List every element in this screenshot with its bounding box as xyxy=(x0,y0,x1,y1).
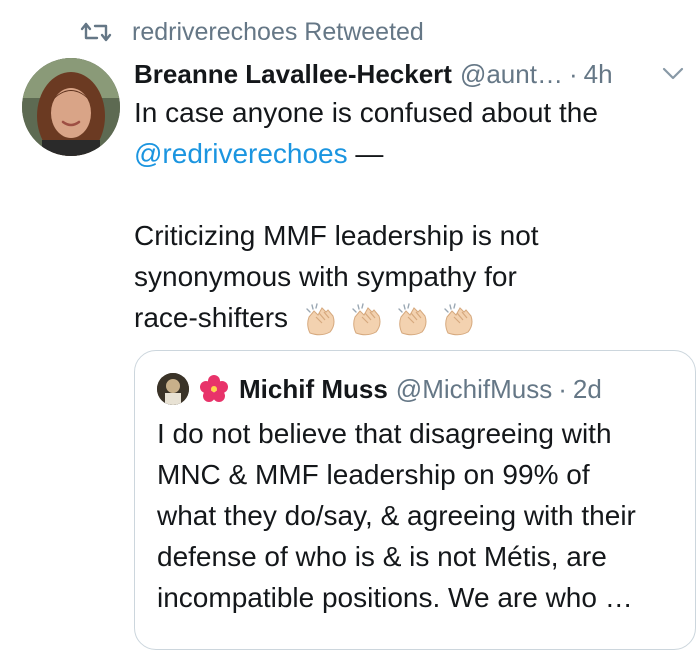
mention-link[interactable]: @redriverechoes xyxy=(134,138,348,169)
tweet-line: Criticizing MMF leadership is not xyxy=(134,220,539,251)
author-handle[interactable]: @aunt… xyxy=(460,59,563,90)
separator-dot: · xyxy=(558,373,567,404)
emoji-row xyxy=(304,302,488,337)
tweet-line-text: race-shifters xyxy=(134,302,289,333)
quoted-author-name[interactable]: Michif Muss xyxy=(239,374,388,405)
separator-dot: · xyxy=(568,58,578,89)
chevron-down-icon[interactable] xyxy=(660,61,686,87)
tweet-header: Breanne Lavallee-Heckert @aunt… · 4h xyxy=(134,54,686,94)
quoted-line: what they do/say, & agreeing with their xyxy=(157,500,636,531)
tweet-time[interactable]: 4h xyxy=(584,59,613,90)
author-name[interactable]: Breanne Lavallee-Heckert xyxy=(134,59,452,90)
quoted-tweet-card[interactable]: Michif Muss @MichifMuss · 2d I do not be… xyxy=(134,350,696,650)
quoted-line: incompatible positions. We are who … xyxy=(157,582,633,613)
tweet-line: race-shifters xyxy=(134,297,674,338)
tweet-line: @redriverechoes — xyxy=(134,133,674,174)
clapping-hands-icon xyxy=(396,302,430,337)
quoted-tweet-header: Michif Muss @MichifMuss · 2d xyxy=(157,371,602,407)
hibiscus-icon xyxy=(199,374,229,404)
quoted-author-handle[interactable]: @MichifMuss xyxy=(396,374,552,405)
clapping-hands-icon xyxy=(350,302,384,337)
quoted-line: I do not believe that disagreeing with xyxy=(157,418,612,449)
quoted-line: defense of who is & is not Métis, are xyxy=(157,541,607,572)
retweet-context[interactable]: redriverechoes Retweeted xyxy=(80,14,424,50)
retweet-icon xyxy=(80,20,112,44)
tweet-line-suffix: — xyxy=(347,138,384,169)
retweet-label: redriverechoes Retweeted xyxy=(132,17,424,46)
user-avatar[interactable] xyxy=(22,58,120,156)
quoted-tweet-text: I do not believe that disagreeing with M… xyxy=(157,413,677,618)
quoted-line: MNC & MMF leadership on 99% of xyxy=(157,459,590,490)
clapping-hands-icon xyxy=(442,302,476,337)
quoted-tweet-time[interactable]: 2d xyxy=(573,374,602,405)
tweet-line: In case anyone is confused about the xyxy=(134,97,598,128)
clapping-hands-icon xyxy=(304,302,338,337)
tweet-line: synonymous with sympathy for xyxy=(134,261,517,292)
tweet-text: In case anyone is confused about the @re… xyxy=(134,92,674,338)
user-avatar[interactable] xyxy=(157,373,189,405)
